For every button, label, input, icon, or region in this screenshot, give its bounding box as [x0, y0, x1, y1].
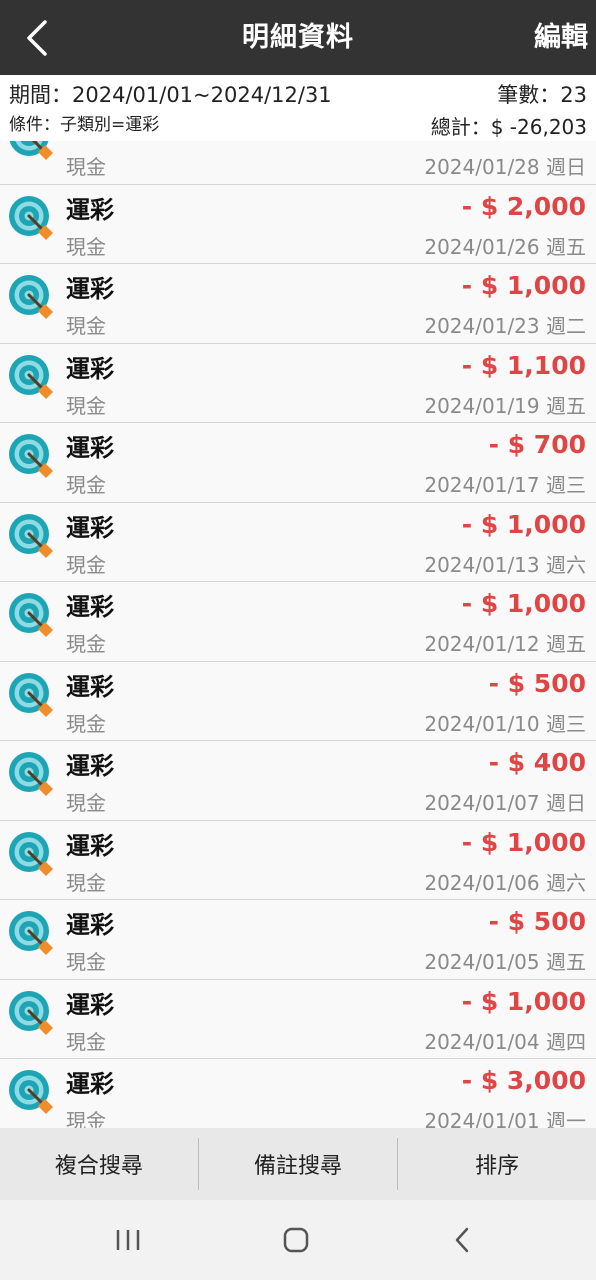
- record-title: 運彩: [66, 354, 114, 383]
- dart-target-icon: [8, 910, 54, 956]
- sort-button[interactable]: 排序: [398, 1128, 596, 1200]
- record-date: 2024/01/17 週三: [424, 473, 586, 497]
- record-title: 運彩: [66, 513, 114, 542]
- record-date: 2024/01/01 週一: [424, 1109, 586, 1128]
- record-list[interactable]: 運彩現金- $ 2,0002024/01/28 週日運彩現金- $ 2,0002…: [0, 141, 596, 1128]
- record-date: 2024/01/23 週二: [424, 314, 586, 338]
- record-amount: - $ 1,000: [461, 589, 586, 618]
- recent-apps-button[interactable]: [98, 1218, 158, 1262]
- system-navigation-bar: [0, 1200, 596, 1280]
- record-date: 2024/01/28 週日: [424, 155, 586, 179]
- record-amount: - $ 1,000: [461, 986, 586, 1016]
- record-title: 運彩: [66, 672, 114, 701]
- nav-back-button[interactable]: [432, 1218, 492, 1262]
- dart-target-icon: [8, 831, 54, 877]
- list-item[interactable]: 運彩現金 - $ 1,000 2024/01/23 週二: [0, 264, 596, 344]
- record-title: 運彩: [66, 831, 114, 860]
- record-title: 運彩: [66, 195, 114, 224]
- record-date: 2024/01/06 週六: [424, 870, 586, 895]
- record-title: 運彩: [66, 593, 114, 621]
- record-date: 2024/01/12 週五: [424, 632, 586, 656]
- recent-apps-icon: [116, 1230, 140, 1250]
- home-icon: [283, 1227, 309, 1253]
- record-account: 現金: [66, 393, 106, 418]
- home-button[interactable]: [266, 1218, 326, 1262]
- record-amount: - $ 3,000: [461, 1066, 586, 1095]
- list-item[interactable]: 運彩現金 - $ 1,100 2024/01/19 週五: [0, 343, 596, 423]
- dart-target-icon: [8, 274, 54, 320]
- dart-target-icon: [8, 1069, 54, 1115]
- dart-target-icon: [8, 195, 54, 241]
- list-item[interactable]: 運彩現金 - $ 700 2024/01/17 週三: [0, 423, 596, 503]
- record-amount: - $ 500: [488, 668, 586, 698]
- record-account: 現金: [66, 632, 106, 656]
- list-item[interactable]: 運彩現金 - $ 3,000 2024/01/01 週一: [0, 1059, 596, 1128]
- list-item[interactable]: 運彩現金 - $ 500 2024/01/05 週五: [0, 900, 596, 980]
- list-item[interactable]: 運彩現金 - $ 1,000 2024/01/06 週六: [0, 820, 596, 900]
- record-account: 現金: [66, 791, 106, 815]
- record-account: 現金: [66, 314, 106, 338]
- note-search-button[interactable]: 備註搜尋: [199, 1128, 397, 1200]
- record-amount: - $ 2,000: [461, 191, 586, 221]
- dart-target-icon: [8, 751, 54, 797]
- record-date: 2024/01/26 週五: [424, 234, 586, 259]
- record-account: 現金: [66, 1109, 106, 1128]
- record-title: 運彩: [66, 911, 114, 939]
- record-amount: - $ 1,000: [461, 271, 586, 300]
- list-item[interactable]: 運彩現金- $ 2,0002024/01/28 週日: [0, 141, 596, 185]
- record-account: 現金: [66, 870, 106, 895]
- dart-target-icon: [8, 513, 54, 559]
- record-date: 2024/01/13 週六: [424, 552, 586, 577]
- dart-target-icon: [8, 592, 54, 638]
- record-account: 現金: [66, 552, 106, 577]
- record-date: 2024/01/04 週四: [424, 1029, 586, 1054]
- period-label: 期間：2024/01/01~2024/12/31: [9, 83, 332, 107]
- record-title: 運彩: [66, 1070, 114, 1098]
- list-item[interactable]: 運彩現金 - $ 1,000 2024/01/04 週四: [0, 979, 596, 1059]
- dart-target-icon: [8, 354, 54, 400]
- record-title: 運彩: [66, 752, 114, 780]
- record-title: 運彩: [66, 275, 114, 303]
- record-amount: - $ 500: [488, 907, 586, 936]
- total-amount: 總計：$ -26,203: [430, 115, 587, 139]
- record-date: 2024/01/05 週五: [424, 950, 586, 974]
- list-item[interactable]: 運彩現金 - $ 1,000 2024/01/12 週五: [0, 582, 596, 662]
- record-account: 現金: [66, 711, 106, 736]
- record-count: 筆數：23: [497, 83, 587, 107]
- summary-panel: 期間：2024/01/01~2024/12/31 筆數：23 條件：子類別=運彩…: [0, 75, 596, 141]
- record-title: 運彩: [66, 141, 114, 145]
- record-date: 2024/01/07 週日: [424, 791, 586, 815]
- page-title: 明細資料: [242, 22, 354, 53]
- list-item[interactable]: 運彩現金 - $ 500 2024/01/10 週三: [0, 661, 596, 741]
- dart-target-icon: [8, 990, 54, 1036]
- filter-condition: 條件：子類別=運彩: [9, 115, 160, 135]
- record-amount: - $ 1,100: [461, 350, 586, 380]
- record-title: 運彩: [66, 990, 114, 1019]
- list-item[interactable]: 運彩現金 - $ 1,000 2024/01/13 週六: [0, 502, 596, 582]
- record-amount: - $ 700: [488, 430, 586, 459]
- list-item[interactable]: 運彩現金 - $ 400 2024/01/07 週日: [0, 741, 596, 821]
- record-amount: - $ 1,000: [461, 509, 586, 539]
- record-amount: - $ 400: [488, 748, 586, 777]
- record-list-inner: 運彩現金- $ 2,0002024/01/28 週日運彩現金- $ 2,0002…: [0, 141, 596, 1128]
- record-amount: - $ 1,000: [461, 827, 586, 857]
- record-account: 現金: [66, 950, 106, 974]
- record-date: 2024/01/10 週三: [424, 711, 586, 736]
- dart-target-icon: [8, 433, 54, 479]
- record-account: 現金: [66, 234, 106, 259]
- record-account: 現金: [66, 473, 106, 497]
- record-title: 運彩: [66, 434, 114, 462]
- record-account: 現金: [66, 155, 106, 179]
- record-date: 2024/01/19 週五: [424, 393, 586, 418]
- combined-search-button[interactable]: 複合搜尋: [0, 1128, 198, 1200]
- dart-target-icon: [8, 672, 54, 718]
- record-account: 現金: [66, 1029, 106, 1054]
- bottom-action-bar: 複合搜尋 備註搜尋 排序: [0, 1128, 596, 1200]
- dart-target-icon: [8, 141, 54, 161]
- top-app-bar: 明細資料 編輯: [0, 0, 596, 75]
- edit-button[interactable]: 編輯: [534, 0, 588, 75]
- nav-back-icon: [455, 1227, 469, 1253]
- list-item[interactable]: 運彩現金 - $ 2,000 2024/01/26 週五: [0, 184, 596, 264]
